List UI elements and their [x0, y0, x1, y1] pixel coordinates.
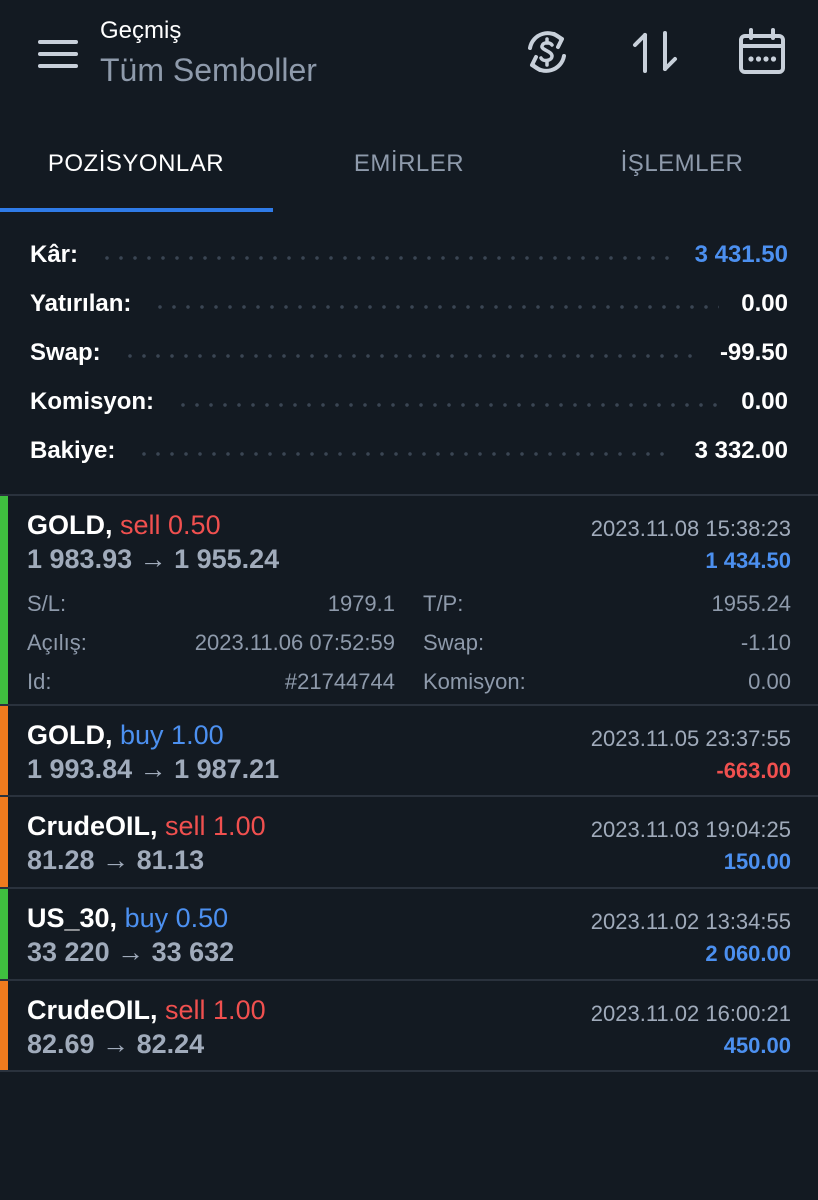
position-title: GOLD, buy 1.00 — [27, 720, 224, 751]
swap-detail-value: -1.10 — [740, 630, 791, 655]
position-status-bar — [0, 981, 8, 1070]
summary-row-balance: Bakiye: 3 332.00 — [30, 426, 788, 476]
tab-orders[interactable]: EMİRLER — [273, 120, 545, 208]
title-block: Geçmiş Tüm Semboller — [100, 14, 317, 92]
position-row[interactable]: CrudeOIL, sell 1.00 81.28 → 81.13 2023.1… — [0, 797, 818, 887]
position-status-bar — [0, 889, 8, 979]
position-date: 2023.11.08 15:38:23 — [590, 516, 791, 541]
tp-value: 1955.24 — [711, 591, 791, 616]
balance-label: Bakiye: — [30, 437, 116, 464]
position-date: 2023.11.05 23:37:55 — [590, 726, 791, 751]
currency-exchange-icon[interactable] — [521, 26, 573, 78]
position-row[interactable]: GOLD, buy 1.00 1 993.84 → 1 987.21 2023.… — [0, 706, 818, 795]
tab-bar: POZİSYONLAR EMİRLER İŞLEMLER — [0, 120, 818, 212]
position-side: buy 1.00 — [120, 720, 224, 750]
calendar-icon[interactable] — [736, 26, 788, 78]
position-date: 2023.11.02 16:00:21 — [590, 1001, 791, 1026]
position-prices: 1 993.84 → 1 987.21 — [27, 754, 280, 784]
deposit-label: Yatırılan: — [30, 290, 132, 317]
commission-detail-value: 0.00 — [748, 669, 791, 694]
swap-value: -99.50 — [719, 339, 788, 366]
dotted-leader — [100, 256, 673, 260]
position-title: CrudeOIL, sell 1.00 — [27, 811, 266, 842]
commission-label: Komisyon: — [30, 388, 155, 415]
balance-value: 3 332.00 — [694, 437, 788, 464]
open-label: Açılış: — [27, 630, 87, 655]
tab-positions[interactable]: POZİSYONLAR — [0, 120, 272, 208]
swap-detail-label: Swap: — [423, 630, 485, 655]
position-side: sell 1.00 — [165, 811, 266, 841]
swap-label: Swap: — [30, 339, 101, 366]
summary-row-commission: Komisyon: 0.00 — [30, 377, 788, 427]
sl-label: S/L: — [27, 591, 67, 616]
summary-row-swap: Swap: -99.50 — [30, 328, 788, 378]
sort-arrows-icon[interactable] — [629, 26, 681, 78]
position-profit: 450.00 — [723, 1033, 791, 1058]
tp-label: T/P: — [423, 591, 464, 616]
position-status-bar — [0, 797, 8, 887]
position-symbol: CrudeOIL, — [27, 995, 158, 1025]
id-label: Id: — [27, 669, 52, 694]
position-prices: 33 220 → 33 632 — [27, 937, 235, 967]
position-symbol: US_30, — [27, 903, 118, 933]
position-row[interactable]: US_30, buy 0.50 33 220 → 33 632 2023.11.… — [0, 889, 818, 979]
commission-detail-label: Komisyon: — [423, 669, 526, 694]
dotted-leader — [153, 305, 720, 309]
position-prices: 81.28 → 81.13 — [27, 845, 205, 875]
position-title: GOLD, sell 0.50 — [27, 510, 221, 541]
position-side: sell 0.50 — [120, 510, 221, 540]
commission-value: 0.00 — [741, 388, 788, 415]
dotted-leader — [176, 403, 720, 407]
position-symbol: GOLD, — [27, 510, 113, 540]
position-title: US_30, buy 0.50 — [27, 903, 228, 934]
page-subtitle: Geçmiş — [100, 17, 182, 44]
menu-icon[interactable] — [38, 38, 78, 70]
position-status-bar — [0, 706, 8, 795]
position-symbol: GOLD, — [27, 720, 113, 750]
dotted-leader — [122, 354, 698, 358]
dotted-leader — [137, 452, 673, 456]
position-date: 2023.11.03 19:04:25 — [590, 817, 791, 842]
page-title[interactable]: Tüm Semboller — [100, 48, 317, 92]
sl-value: 1979.1 — [327, 591, 395, 616]
position-prices: 82.69 → 82.24 — [27, 1029, 205, 1059]
top-app-bar: Geçmiş Tüm Semboller — [0, 0, 818, 120]
divider — [0, 1070, 818, 1072]
position-symbol: CrudeOIL, — [27, 811, 158, 841]
deposit-value: 0.00 — [741, 290, 788, 317]
summary-row-deposit: Yatırılan: 0.00 — [30, 279, 788, 329]
summary-row-profit: Kâr: 3 431.50 — [30, 230, 788, 280]
position-status-bar — [0, 496, 8, 704]
id-value: #21744744 — [284, 669, 395, 694]
position-date: 2023.11.02 13:34:55 — [590, 909, 791, 934]
position-prices: 1 983.93 → 1 955.24 — [27, 544, 280, 574]
position-title: CrudeOIL, sell 1.00 — [27, 995, 266, 1026]
position-profit: 2 060.00 — [705, 941, 791, 966]
position-side: sell 1.00 — [165, 995, 266, 1025]
profit-value: 3 431.50 — [694, 241, 788, 268]
active-tab-indicator — [0, 208, 273, 212]
position-row[interactable]: GOLD, sell 0.50 1 983.93 → 1 955.24 2023… — [0, 496, 818, 704]
position-profit: -663.00 — [716, 758, 791, 783]
position-profit: 150.00 — [723, 849, 791, 874]
tab-deals[interactable]: İŞLEMLER — [546, 120, 818, 208]
profit-label: Kâr: — [30, 241, 79, 268]
position-side: buy 0.50 — [124, 903, 229, 933]
open-value: 2023.11.06 07:52:59 — [194, 630, 395, 655]
position-row[interactable]: CrudeOIL, sell 1.00 82.69 → 82.24 2023.1… — [0, 981, 818, 1070]
position-profit: 1 434.50 — [705, 548, 791, 573]
